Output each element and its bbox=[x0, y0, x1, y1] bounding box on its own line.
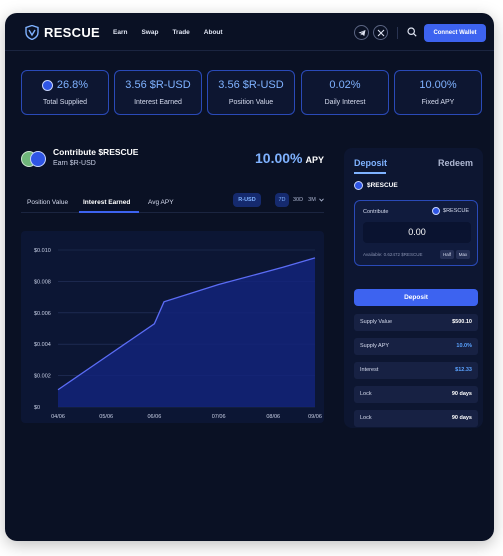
connect-wallet-button[interactable]: Connect Wallet bbox=[424, 24, 486, 42]
range-3m[interactable]: 3M bbox=[306, 193, 318, 207]
y-tick-label: $0.004 bbox=[34, 342, 51, 348]
tab-avg-apy[interactable]: Avg APY bbox=[148, 199, 174, 206]
pool-subtitle: Earn $R-USD bbox=[53, 160, 96, 167]
chart-tabs: Position Value Interest Earned Avg APY R… bbox=[21, 193, 324, 213]
stat-label: Fixed APY bbox=[421, 99, 455, 106]
half-button[interactable]: Half bbox=[440, 250, 454, 259]
deposit-asset: $RESCUE bbox=[354, 181, 398, 190]
interest-chart: $0 $0.002 $0.004 $0.006 $0.008 $0.010 04/06 05/… bbox=[34, 248, 322, 420]
x-tick-label: 06/06 bbox=[147, 414, 161, 420]
info-key: Supply Value bbox=[360, 319, 393, 325]
search-icon[interactable] bbox=[407, 27, 417, 37]
rescue-coin-icon bbox=[432, 207, 441, 215]
contribute-label: Contribute bbox=[363, 209, 389, 215]
x-icon[interactable] bbox=[373, 25, 388, 40]
stat-value: 3.56 $R-USD bbox=[218, 79, 284, 91]
top-header: RESCUE Earn Swap Trade About Connect Wal… bbox=[5, 13, 494, 51]
stats-row: 26.8% Total Supplied 3.56 $R-USD Interes… bbox=[21, 70, 482, 115]
rescue-coin-icon bbox=[30, 151, 46, 167]
stat-value: 26.8% bbox=[22, 79, 108, 91]
pool-title: Contribute $RESCUE bbox=[53, 147, 139, 157]
contribute-asset: $RESCUE bbox=[432, 207, 469, 215]
x-tick-label: 07/06 bbox=[212, 414, 226, 420]
y-tick-label: $0.010 bbox=[34, 248, 51, 254]
info-row-supply-apy: Supply APY 10.0% bbox=[354, 338, 478, 355]
currency-toggle[interactable]: R-USD bbox=[233, 193, 261, 207]
x-tick-label: 09/06 bbox=[308, 414, 322, 420]
contribute-card: Contribute $RESCUE Available: 0.62472 $R… bbox=[354, 200, 478, 266]
info-key: Lock bbox=[360, 415, 372, 421]
contribute-asset-label: $RESCUE bbox=[443, 208, 469, 214]
chart-container: $0 $0.002 $0.004 $0.006 $0.008 $0.010 04/06 05/… bbox=[21, 231, 324, 423]
stat-label: Daily Interest bbox=[324, 99, 366, 106]
rescue-coin-icon bbox=[41, 79, 53, 91]
pool-coins bbox=[21, 151, 47, 167]
nav-about[interactable]: About bbox=[204, 29, 223, 36]
info-value: $500.10 bbox=[452, 319, 472, 325]
shield-logo-icon bbox=[25, 25, 39, 40]
max-button[interactable]: Max bbox=[456, 250, 470, 259]
nav-earn[interactable]: Earn bbox=[113, 29, 127, 36]
info-row-supply-value: Supply Value $500.10 bbox=[354, 314, 478, 331]
tab-interest-earned[interactable]: Interest Earned bbox=[83, 199, 130, 206]
stat-value: 0.02% bbox=[329, 79, 361, 91]
info-key: Lock bbox=[360, 391, 372, 397]
y-tick-label: $0.008 bbox=[34, 279, 51, 285]
stat-label: Position Value bbox=[228, 99, 274, 106]
tab-redeem[interactable]: Redeem bbox=[438, 158, 473, 168]
info-value: 10.0% bbox=[456, 343, 472, 349]
rescue-coin-icon bbox=[354, 181, 363, 190]
info-value: 90 days bbox=[451, 391, 472, 397]
header-divider bbox=[397, 27, 398, 39]
available-balance: Available: 0.62472 $RESCUE bbox=[363, 252, 423, 257]
nav-swap[interactable]: Swap bbox=[141, 29, 158, 36]
info-value: $12.33 bbox=[455, 367, 472, 373]
nav-trade[interactable]: Trade bbox=[172, 29, 189, 36]
y-tick-label: $0.006 bbox=[34, 311, 51, 317]
pool-apy-suffix: APY bbox=[305, 155, 324, 165]
pool-apy: 10.00% APY bbox=[255, 150, 324, 166]
stat-card-fixed-apy: 10.00% Fixed APY bbox=[394, 70, 482, 115]
deposit-panel: Deposit Redeem $RESCUE Contribute $RESCU… bbox=[344, 148, 483, 428]
info-row-lock: Lock 90 days bbox=[354, 410, 478, 427]
stat-value: 10.00% bbox=[419, 79, 457, 91]
stat-value-text: 26.8% bbox=[56, 79, 89, 91]
range-7d[interactable]: 7D bbox=[275, 193, 289, 207]
amount-input[interactable] bbox=[363, 222, 471, 243]
info-row-interest: Interest $12.33 bbox=[354, 362, 478, 379]
telegram-icon[interactable] bbox=[354, 25, 369, 40]
x-tick-label: 04/06 bbox=[51, 414, 65, 420]
deposit-asset-label: $RESCUE bbox=[367, 182, 398, 189]
pool-panel: Contribute $RESCUE Earn $R-USD 10.00% APY… bbox=[21, 147, 324, 423]
chevron-down-icon[interactable] bbox=[319, 198, 324, 202]
y-tick-label: $0.002 bbox=[34, 374, 51, 380]
info-row-lock: Lock 90 days bbox=[354, 386, 478, 403]
active-tab-indicator bbox=[79, 211, 139, 213]
stat-card-interest-earned: 3.56 $R-USD Interest Earned bbox=[114, 70, 202, 115]
brand-logo[interactable]: RESCUE bbox=[25, 25, 100, 40]
deposit-button[interactable]: Deposit bbox=[354, 289, 478, 306]
stat-card-daily-interest: 0.02% Daily Interest bbox=[301, 70, 389, 115]
main-nav: Earn Swap Trade About bbox=[113, 29, 237, 36]
stat-card-position-value: 3.56 $R-USD Position Value bbox=[207, 70, 295, 115]
x-tick-label: 08/06 bbox=[266, 414, 280, 420]
tab-deposit[interactable]: Deposit bbox=[354, 158, 387, 168]
pool-apy-value: 10.00% bbox=[255, 150, 303, 166]
area-fill bbox=[58, 257, 315, 407]
stat-label: Interest Earned bbox=[134, 99, 182, 106]
brand-name: RESCUE bbox=[44, 25, 100, 40]
stat-label: Total Supplied bbox=[43, 99, 87, 106]
stat-card-total-supplied: 26.8% Total Supplied bbox=[21, 70, 109, 115]
x-tick-label: 05/06 bbox=[99, 414, 113, 420]
active-tab-indicator bbox=[354, 172, 386, 174]
range-30d[interactable]: 30D bbox=[291, 193, 305, 207]
tab-position-value[interactable]: Position Value bbox=[27, 199, 68, 206]
stat-value: 3.56 $R-USD bbox=[125, 79, 191, 91]
info-key: Interest bbox=[360, 367, 379, 373]
y-tick-label: $0 bbox=[34, 405, 40, 411]
info-key: Supply APY bbox=[360, 343, 390, 349]
info-value: 90 days bbox=[451, 415, 472, 421]
app-window: RESCUE Earn Swap Trade About Connect Wal… bbox=[5, 13, 494, 541]
